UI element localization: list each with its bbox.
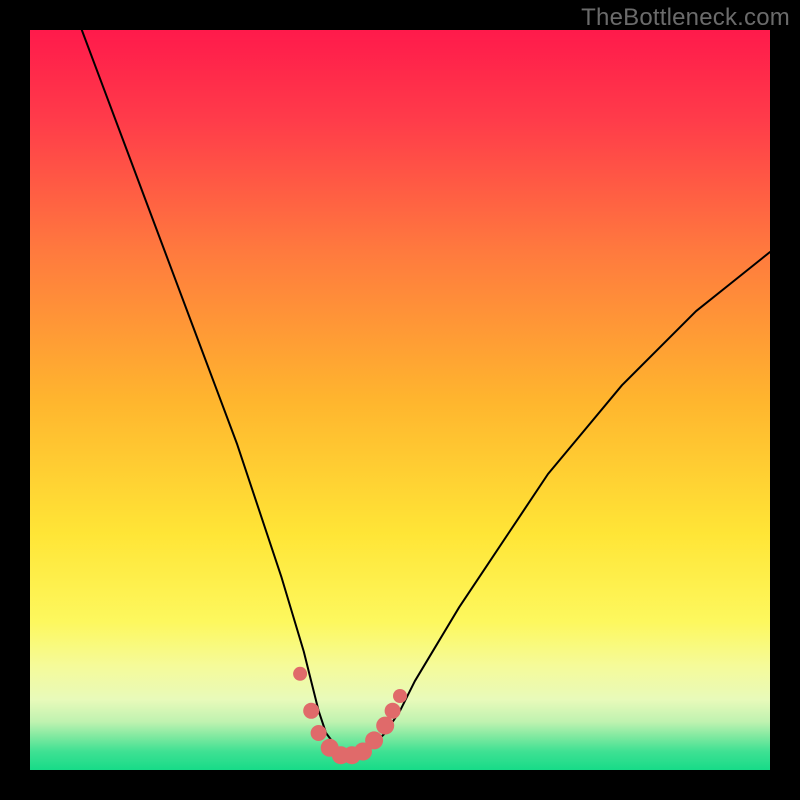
chart-frame: TheBottleneck.com — [0, 0, 800, 800]
valley-marker — [376, 717, 394, 735]
chart-plot-area — [30, 30, 770, 770]
valley-marker — [293, 667, 307, 681]
chart-svg — [30, 30, 770, 770]
valley-marker — [365, 731, 383, 749]
valley-marker — [385, 703, 401, 719]
chart-background — [30, 30, 770, 770]
valley-marker — [311, 725, 327, 741]
watermark-text: TheBottleneck.com — [581, 4, 790, 32]
valley-marker — [393, 689, 407, 703]
valley-marker — [303, 703, 319, 719]
